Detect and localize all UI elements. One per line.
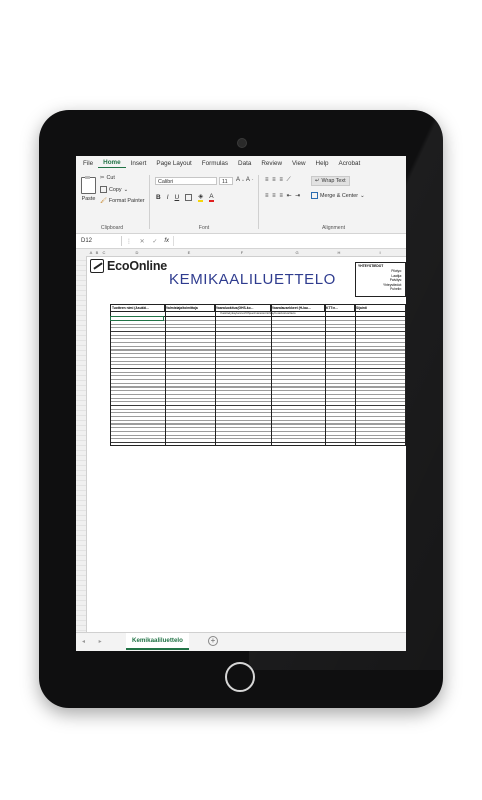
home-button[interactable] (225, 662, 255, 692)
column-line (215, 305, 216, 445)
column-header[interactable]: H (324, 249, 354, 256)
grow-font-button[interactable]: A ^ Aˇ (236, 177, 253, 183)
tab-acrobat[interactable]: Acrobat (334, 160, 366, 167)
horizontal-align-buttons[interactable]: ≡ ≡ ≡ ⇤ ⇥ (265, 192, 301, 199)
format-painter-button[interactable]: 🖌 Format Painter (100, 198, 145, 204)
tab-page-layout[interactable]: Page Layout (151, 160, 196, 167)
cut-button[interactable]: ✂ Cut (100, 175, 115, 181)
ribbon-home: Paste ✂ Cut Copy ⌄ 🖌 Format Painter Clip… (76, 171, 406, 234)
alignment-label: Alignment (321, 225, 346, 231)
sheet-nav-arrows[interactable]: ◂ ▸ (82, 638, 108, 645)
fx-icon[interactable]: fx (164, 238, 169, 244)
column-headers: A B C D E F G H I (76, 249, 406, 257)
column-line (271, 305, 272, 445)
alignment-group: ≡ ≡ ≡ ⟋ ↵ Wrap Text ≡ ≡ ≡ ⇤ ⇥ Merge & Ce… (261, 171, 406, 233)
formula-input[interactable] (173, 236, 406, 246)
excel-window: File Home Insert Page Layout Formulas Da… (76, 156, 406, 651)
fill-color-icon[interactable]: ◈ (198, 192, 204, 202)
clipboard-group: Paste ✂ Cut Copy ⌄ 🖌 Format Painter Clip… (76, 171, 148, 233)
tab-insert[interactable]: Insert (126, 160, 152, 167)
selected-cell[interactable] (110, 316, 164, 321)
worksheet-grid[interactable]: A B C D E F G H I EcoOnline KEMIKAALILUE… (76, 249, 406, 633)
divider (258, 175, 259, 229)
vertical-align-buttons[interactable]: ≡ ≡ ≡ ⟋ (265, 177, 292, 184)
sheet-title: KEMIKAALILUETTELO (169, 271, 336, 288)
column-header[interactable]: F (214, 249, 270, 256)
chevron-down-icon: ⌄ (360, 192, 365, 199)
tab-help[interactable]: Help (311, 160, 334, 167)
formula-icons: ⋮ ✕ ✓ (126, 238, 161, 245)
contact-info-box: YHTEYSTIEDOT Pilotyo: Laatija: Paivitys:… (355, 262, 406, 297)
column-header[interactable]: I (354, 249, 406, 256)
borders-icon[interactable] (185, 193, 193, 201)
sheet-tab-kemikaaliluettelo[interactable]: Kemikaaliluettelo (126, 633, 189, 650)
ribbon-tabs: File Home Insert Page Layout Formulas Da… (76, 156, 406, 171)
wrap-text-button[interactable]: ↵ Wrap Text (311, 176, 350, 186)
paste-button[interactable]: Paste (81, 176, 96, 202)
wrap-icon: ↵ (315, 178, 320, 184)
merge-center-button[interactable]: Merge & Center ⌄ (311, 192, 365, 199)
leaf-icon (90, 259, 104, 273)
font-size-dropdown[interactable]: 11 (219, 177, 233, 185)
column-line (325, 305, 326, 445)
column-header[interactable]: C (100, 249, 108, 256)
font-group: Calibri 11 A ^ Aˇ B I U ◈ A Font (152, 171, 256, 233)
tab-file[interactable]: File (78, 160, 98, 167)
add-sheet-icon[interactable]: + (208, 636, 218, 646)
paste-icon (81, 176, 96, 194)
tab-view[interactable]: View (287, 160, 311, 167)
tablet-device: File Home Insert Page Layout Formulas Da… (39, 110, 443, 708)
column-header[interactable]: D (110, 249, 164, 256)
name-box[interactable]: D12 (78, 236, 122, 246)
front-camera (237, 138, 247, 148)
copy-button[interactable]: Copy ⌄ (100, 186, 128, 193)
formula-bar: D12 ⋮ ✕ ✓ fx (76, 234, 406, 249)
merge-icon (311, 192, 318, 199)
column-header[interactable]: E (164, 249, 214, 256)
font-style-row: B I U ◈ A (156, 192, 214, 202)
column-header[interactable]: G (270, 249, 324, 256)
italic-button[interactable]: I (167, 194, 169, 201)
sheet-tab-bar: ◂ ▸ Kemikaaliluettelo + (76, 632, 406, 651)
underline-button[interactable]: U (175, 194, 180, 201)
tab-formulas[interactable]: Formulas (197, 160, 233, 167)
brush-icon: 🖌 (100, 198, 107, 204)
clipboard-label: Clipboard (100, 225, 124, 231)
chevron-down-icon: ⌄ (123, 186, 129, 193)
tab-home[interactable]: Home (98, 159, 126, 168)
font-label: Font (198, 225, 210, 231)
font-name-dropdown[interactable]: Calibri (155, 177, 217, 185)
scissors-icon: ✂ (100, 175, 105, 181)
table-body-rows[interactable] (111, 317, 405, 445)
bold-button[interactable]: B (156, 194, 161, 201)
row-headers[interactable] (76, 256, 87, 633)
column-line (355, 305, 356, 445)
column-line (165, 305, 166, 445)
tab-data[interactable]: Data (233, 160, 256, 167)
divider (149, 175, 150, 229)
ecoonline-logo: EcoOnline (90, 259, 167, 273)
copy-icon (100, 186, 107, 193)
font-color-icon[interactable]: A (209, 193, 214, 202)
chemical-table: Tuotteen nimi (Asukki... Valmistaja/toim… (110, 304, 406, 446)
tab-review[interactable]: Review (256, 160, 287, 167)
